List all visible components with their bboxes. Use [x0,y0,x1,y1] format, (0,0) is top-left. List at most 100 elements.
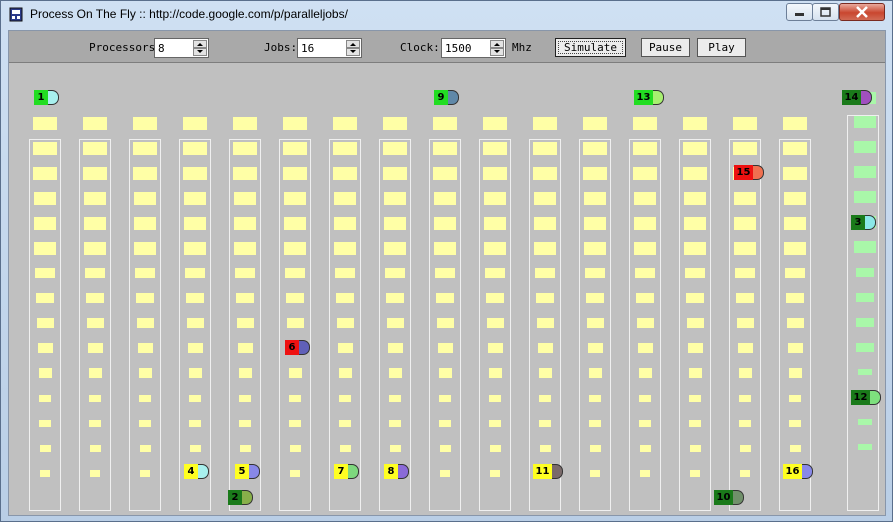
processor-column [179,116,211,511]
queue-slot [86,293,104,303]
queue-slot [184,191,206,205]
clock-stepper[interactable] [490,40,504,56]
maximize-button[interactable] [812,3,839,21]
queue-slot [734,191,756,205]
job-token[interactable]: 15 [734,165,764,180]
queue-slot [583,166,607,180]
queue-slot [686,318,704,328]
job-id-label: 9 [434,90,448,105]
minimize-button[interactable] [786,3,813,21]
job-token[interactable]: 16 [783,464,813,479]
queue-slot [40,469,50,477]
queue-slot [436,293,454,303]
play-button[interactable]: Play [697,38,746,57]
job-token[interactable]: 14 [842,90,872,105]
job-token[interactable]: 5 [235,464,260,479]
clock-up-arrow-icon[interactable] [490,40,504,48]
jobs-input[interactable] [299,40,347,56]
processors-up-arrow-icon[interactable] [193,40,207,48]
jobs-stepper[interactable] [346,40,360,56]
queue-slot [789,419,801,427]
queue-slot [33,166,57,180]
queue-slot [440,469,450,477]
queue-slot [183,141,207,155]
queue-slot [536,293,554,303]
queue-slot [285,268,305,278]
queue-slot [739,394,751,402]
job-token[interactable]: 6 [285,340,310,355]
finished-column [847,92,879,511]
queue-slot [186,318,204,328]
queue-slot [784,241,806,255]
queue-slot [33,116,57,130]
processor-column [379,116,411,511]
title-bar[interactable]: Process On The Fly :: http://code.google… [1,1,892,29]
clock-down-arrow-icon[interactable] [490,48,504,56]
job-id-label: 13 [634,90,653,105]
queue-slot [239,444,251,452]
queue-slot [739,419,751,427]
job-token[interactable]: 3 [851,215,876,230]
processor-column [129,116,161,511]
queue-slot [140,469,150,477]
queue-slot [89,394,101,402]
queue-slot [686,293,704,303]
job-id-label: 2 [228,490,242,505]
processors-input[interactable] [156,40,194,56]
job-token[interactable]: 12 [851,390,881,405]
job-token[interactable]: 9 [434,90,459,105]
job-token[interactable]: 7 [334,464,359,479]
queue-slot [489,419,501,427]
clock-input[interactable] [443,40,491,56]
queue-slot [37,343,53,353]
job-token[interactable]: 13 [634,90,664,105]
queue-slot [36,293,54,303]
queue-slot [233,141,257,155]
job-token[interactable]: 11 [533,464,563,479]
queue-slot [590,469,600,477]
queue-slot [383,141,407,155]
queue-slot [334,191,356,205]
close-button[interactable] [839,3,885,21]
queue-slot [290,469,300,477]
queue-slot [439,419,451,427]
processors-stepper[interactable] [193,40,207,56]
queue-slot [533,116,557,130]
queue-slot [336,318,354,328]
job-token[interactable]: 2 [228,490,253,505]
processor-column [329,116,361,511]
queue-slot [534,216,556,230]
job-status-cap [48,90,59,105]
job-token[interactable]: 8 [384,464,409,479]
queue-slot [538,368,552,378]
queue-slot [286,293,304,303]
queue-slot [289,444,301,452]
clock-spinner[interactable] [441,38,506,58]
queue-slot [89,444,101,452]
jobs-up-arrow-icon[interactable] [346,40,360,48]
job-status-cap [733,490,744,505]
simulate-button[interactable]: Simulate [555,38,626,57]
queue-slot [633,166,657,180]
processors-down-arrow-icon[interactable] [193,48,207,56]
pause-button[interactable]: Pause [641,38,690,57]
queue-slot [639,419,651,427]
queue-slot [433,141,457,155]
job-token[interactable]: 4 [184,464,209,479]
processors-spinner[interactable] [154,38,209,58]
processor-column [629,116,661,511]
queue-slot [34,241,56,255]
queue-slot [586,293,604,303]
jobs-spinner[interactable] [297,38,362,58]
queue-slot [283,166,307,180]
queue-slot [337,343,353,353]
jobs-down-arrow-icon[interactable] [346,48,360,56]
job-status-cap [753,165,764,180]
queue-slot [336,293,354,303]
job-token[interactable]: 1 [34,90,59,105]
job-token[interactable]: 10 [714,490,744,505]
queue-slot [284,191,306,205]
app-icon [9,7,23,22]
queue-slot [586,318,604,328]
queue-slot [134,191,156,205]
